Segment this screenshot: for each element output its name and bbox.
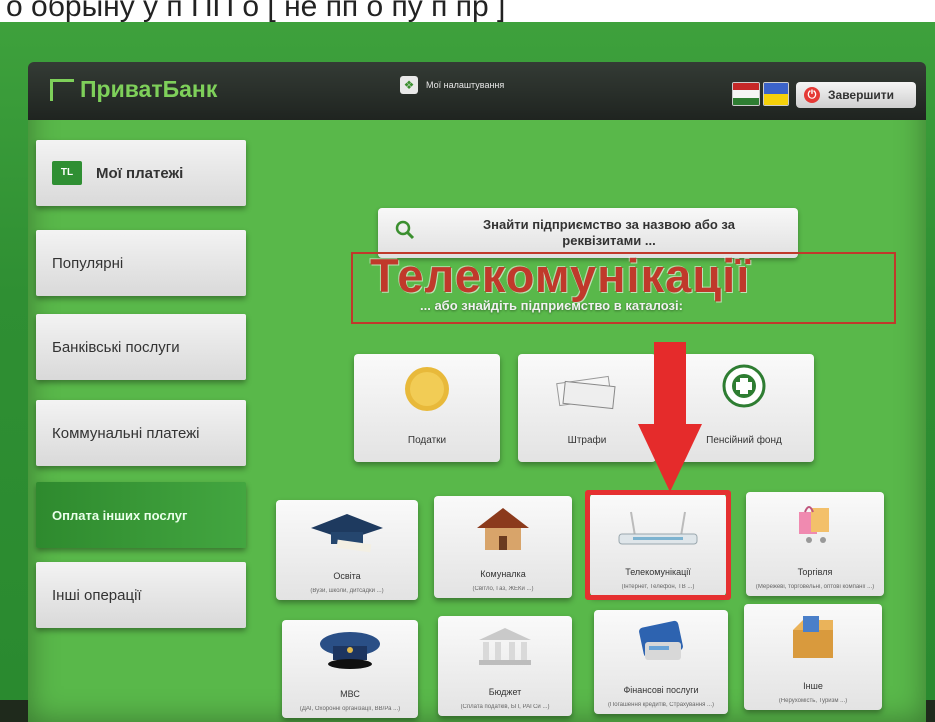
tile-label: Податки — [407, 435, 447, 446]
sidebar-item-other-services[interactable]: Оплата інших послуг — [36, 482, 246, 548]
atm-bezel: ПриватБанк ❖ Мої налаштування ⏻ Завершит… — [0, 22, 935, 722]
exit-label: Завершити — [828, 88, 895, 102]
flag-language-icon[interactable] — [732, 82, 760, 106]
language-switcher — [732, 82, 789, 106]
sidebar-item-label: Інші операції — [52, 586, 142, 604]
tile-label: Фінансові послуги — [623, 685, 699, 695]
sidebar-item-my-payments[interactable]: TL Мої платежі — [36, 140, 246, 206]
tile-label: Комуналка — [480, 569, 526, 579]
ukraine-flag-icon[interactable] — [763, 82, 789, 106]
tile-sublabel: (Нерухомість, Туризм ...) — [778, 698, 848, 704]
tile-taxes[interactable]: Податки — [354, 354, 500, 462]
tile-label: Бюджет — [488, 687, 522, 697]
coin-icon — [405, 367, 449, 411]
tile-label: Торгівля — [797, 567, 833, 577]
tile-label: Штрафи — [567, 435, 607, 446]
documents-icon — [556, 375, 616, 410]
my-settings-button[interactable]: ❖ Мої налаштування — [400, 76, 504, 94]
sidebar-item-popular[interactable]: Популярні — [36, 230, 246, 296]
sidebar-item-label: Оплата інших послуг — [52, 507, 188, 523]
annotation-title: Телекомунікації — [370, 249, 751, 302]
exit-button[interactable]: ⏻ Завершити — [796, 82, 916, 108]
tile-utilities[interactable]: Комуналка (Світло, Газ, ЖЕКи ...) — [434, 496, 572, 598]
sidebar-item-label: Популярні — [52, 254, 124, 272]
tile-sublabel: (Погашення кредитів, Страхування ...) — [607, 702, 715, 708]
sidebar-item-utility-payments[interactable]: Коммунальні платежі — [36, 400, 246, 466]
down-arrow-icon — [638, 342, 702, 492]
header-bar: ПриватБанк ❖ Мої налаштування ⏻ Завершит… — [28, 62, 926, 120]
card-terminal-icon — [639, 620, 683, 660]
sidebar-item-bank-services[interactable]: Банківські послуги — [36, 314, 246, 380]
tile-ministry-internal-affairs[interactable]: МВС (ДАІ, Охоронні організації, ВВ/Ра ..… — [282, 620, 418, 718]
tile-sublabel: (ДАІ, Охоронні організації, ВВ/Ра ...) — [299, 706, 401, 712]
tile-sublabel: (Вузи, школи, дитсадки ...) — [310, 588, 384, 594]
tile-financial-services[interactable]: Фінансові послуги (Погашення кредитів, С… — [594, 610, 728, 714]
tile-trade[interactable]: Торгівля (Мережеві, торговельні, оптові … — [746, 492, 884, 596]
tile-other[interactable]: Інше (Нерухомість, Туризм ...) — [744, 604, 882, 710]
my-settings-label: Мої налаштування — [426, 80, 505, 90]
atm-screen: ПриватБанк ❖ Мої налаштування ⏻ Завершит… — [28, 62, 926, 722]
government-building-icon — [479, 628, 531, 665]
shopping-bags-icon — [799, 506, 829, 543]
graduation-cap-icon — [311, 514, 383, 553]
logo-text: ПриватБанк — [80, 76, 218, 102]
privatbank-logo: ПриватБанк — [50, 76, 217, 103]
tile-label: МВС — [340, 689, 360, 699]
search-icon — [394, 219, 420, 247]
logo-mark-icon — [50, 78, 74, 101]
search-placeholder: Знайти підприємство за назвою або за рек… — [483, 217, 735, 248]
power-icon: ⏻ — [804, 87, 820, 103]
tile-sublabel: (Світло, Газ, ЖЕКи ...) — [472, 586, 534, 592]
tile-label: Освіта — [333, 571, 361, 581]
sidebar-item-label: Банківські послуги — [52, 338, 180, 356]
police-cap-icon — [320, 632, 380, 669]
payments-icon: TL — [52, 161, 82, 185]
sidebar-item-label: Мої платежі — [96, 164, 184, 182]
house-icon — [477, 508, 529, 550]
settings-icon: ❖ — [400, 76, 418, 94]
pension-emblem-icon — [722, 364, 766, 408]
sidebar-item-other-operations[interactable]: Інші операції — [36, 562, 246, 628]
tile-sublabel: (Мережеві, торговельні, оптові компанії … — [755, 584, 875, 590]
tile-education[interactable]: Освіта (Вузи, школи, дитсадки ...) — [276, 500, 418, 600]
tile-label: Інше — [803, 681, 823, 691]
tile-sublabel: (Сплата податків, БП, РАГСи ...) — [460, 704, 550, 710]
box-icon — [793, 616, 833, 658]
tile-budget[interactable]: Бюджет (Сплата податків, БП, РАГСи ...) — [438, 616, 572, 716]
highlight-frame — [585, 490, 731, 600]
tile-fines[interactable]: Штрафи — [518, 354, 656, 462]
sidebar-item-label: Коммунальні платежі — [52, 424, 200, 442]
